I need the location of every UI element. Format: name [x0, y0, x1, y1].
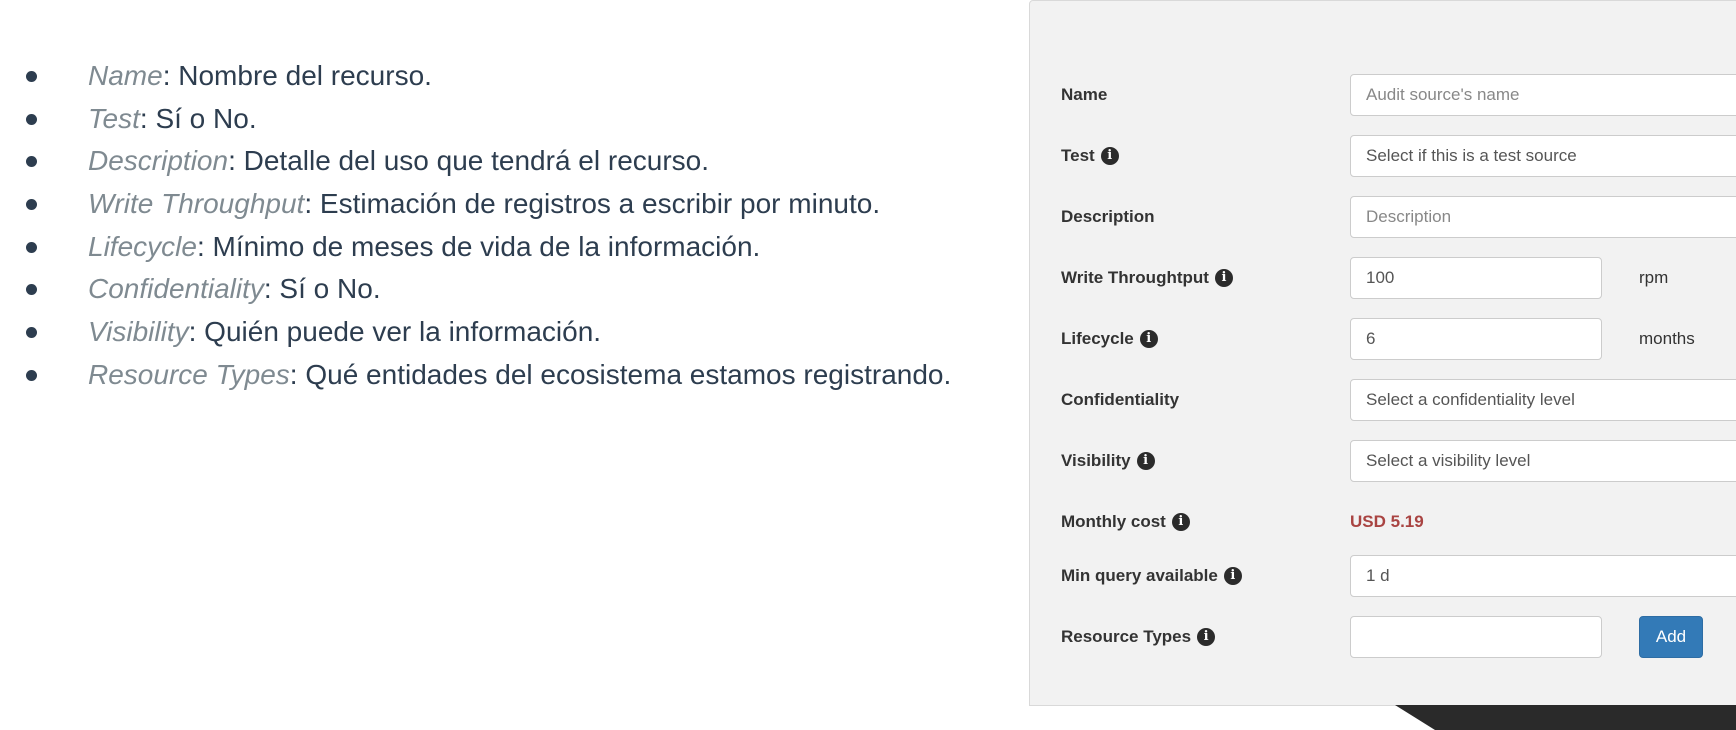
test-label: Test i: [1061, 135, 1119, 177]
months-unit: months: [1639, 329, 1695, 348]
name-label: Name: [1061, 74, 1107, 116]
bullet-icon: [26, 71, 37, 82]
description-input[interactable]: Description: [1350, 196, 1736, 238]
label-text: Write Throughtput: [1061, 268, 1209, 287]
bullet-icon: [26, 156, 37, 168]
list-term: Write Throughput: [88, 188, 305, 220]
info-circle-icon[interactable]: i: [1223, 567, 1242, 585]
list-item: Confidentiality: Sí o No.: [24, 268, 951, 311]
list-item: Test: Sí o No.: [24, 98, 951, 141]
lifecycle-input[interactable]: 6: [1350, 318, 1602, 360]
list-item: Visibility: Quién puede ver la informaci…: [24, 311, 951, 354]
list-desc: : Estimación de registros a escribir por…: [304, 188, 881, 220]
confidentiality-label: Confidentiality: [1061, 379, 1179, 421]
info-circle-icon[interactable]: i: [1197, 628, 1216, 646]
rpm-unit: rpm: [1639, 268, 1669, 287]
info-circle-icon[interactable]: i: [1214, 269, 1233, 287]
field-description-list: Name: Nombre del recurso. Test: Sí o No.…: [24, 55, 951, 397]
form-row-name: Name Audit source's name: [1030, 74, 1736, 116]
label-text: Test: [1061, 146, 1095, 165]
monthly-cost-value: USD 5.19: [1350, 512, 1424, 531]
form-row-write-throughput: Write Throughtput i 100 rpm: [1030, 257, 1736, 299]
lifecycle-label: Lifecycle i: [1061, 318, 1158, 360]
list-desc: : Sí o No.: [139, 102, 257, 134]
test-select[interactable]: Select if this is a test source: [1350, 135, 1736, 177]
label-text: Min query available: [1061, 566, 1218, 585]
monthly-cost-label: Monthly cost i: [1061, 501, 1190, 543]
label-text: Resource Types: [1061, 627, 1192, 646]
audit-source-form: Name Audit source's name Test i Select if…: [1029, 0, 1736, 706]
list-desc: : Mínimo de meses de vida de la informac…: [196, 230, 761, 262]
label-text: Confidentiality: [1061, 390, 1180, 409]
list-item: Name: Nombre del recurso.: [24, 55, 951, 98]
info-circle-icon[interactable]: i: [1100, 147, 1119, 165]
visibility-select[interactable]: Select a visibility level: [1350, 440, 1736, 482]
label-text: Description: [1061, 207, 1155, 226]
bullet-icon: [26, 327, 37, 339]
info-circle-icon[interactable]: i: [1171, 513, 1190, 531]
list-desc: : Sí o No.: [263, 273, 381, 305]
form-row-description: Description Description: [1030, 196, 1736, 238]
list-item: Write Throughput: Estimación de registro…: [24, 183, 951, 226]
add-resource-type-button[interactable]: Add: [1639, 616, 1703, 658]
list-term: Description: [88, 145, 229, 177]
resource-types-input[interactable]: [1350, 616, 1602, 658]
description-label: Description: [1061, 196, 1155, 238]
bullet-icon: [26, 284, 37, 296]
list-term: Name: [88, 60, 163, 91]
list-item: Resource Types: Qué entidades del ecosis…: [24, 354, 951, 397]
list-term: Test: [88, 102, 140, 134]
list-term: Visibility: [88, 316, 189, 348]
visibility-label: Visibility i: [1061, 440, 1155, 482]
form-row-confidentiality: Confidentiality Select a confidentiality…: [1030, 379, 1736, 421]
list-desc: : Qué entidades del ecosistema estamos r…: [289, 358, 952, 390]
list-item: Description: Detalle del uso que tendrá …: [24, 140, 951, 183]
list-desc: : Nombre del recurso.: [162, 60, 432, 91]
bullet-icon: [26, 369, 37, 381]
info-circle-icon[interactable]: i: [1136, 452, 1155, 470]
form-row-min-query: Min query available i 1 d: [1030, 555, 1736, 597]
form-row-monthly-cost: Monthly cost i USD 5.19: [1030, 501, 1736, 543]
list-desc: : Quién puede ver la información.: [188, 316, 602, 348]
write-throughput-input[interactable]: 100: [1350, 257, 1602, 299]
name-input[interactable]: Audit source's name: [1350, 74, 1736, 116]
list-item: Lifecycle: Mínimo de meses de vida de la…: [24, 226, 951, 269]
list-term: Confidentiality: [88, 273, 264, 305]
min-query-input[interactable]: 1 d: [1350, 555, 1736, 597]
list-desc: : Detalle del uso que tendrá el recurso.: [228, 145, 710, 177]
label-text: Name: [1061, 85, 1108, 104]
form-row-lifecycle: Lifecycle i 6 months: [1030, 318, 1736, 360]
bullet-icon: [26, 199, 37, 211]
write-throughput-label: Write Throughtput i: [1061, 257, 1233, 299]
bullet-icon: [26, 113, 37, 125]
info-circle-icon[interactable]: i: [1139, 330, 1158, 348]
confidentiality-select[interactable]: Select a confidentiality level: [1350, 379, 1736, 421]
form-row-resource-types: Resource Types i Add: [1030, 616, 1736, 658]
form-row-visibility: Visibility i Select a visibility level: [1030, 440, 1736, 482]
list-term: Resource Types: [88, 358, 290, 390]
resource-types-label: Resource Types i: [1061, 616, 1216, 658]
label-text: Monthly cost: [1061, 512, 1166, 531]
list-term: Lifecycle: [88, 230, 197, 262]
decorative-dark-corner: [1395, 705, 1736, 730]
form-row-test: Test i Select if this is a test source: [1030, 135, 1736, 177]
label-text: Visibility: [1061, 451, 1131, 470]
bullet-icon: [26, 241, 37, 253]
min-query-label: Min query available i: [1061, 555, 1242, 597]
label-text: Lifecycle: [1061, 329, 1134, 348]
